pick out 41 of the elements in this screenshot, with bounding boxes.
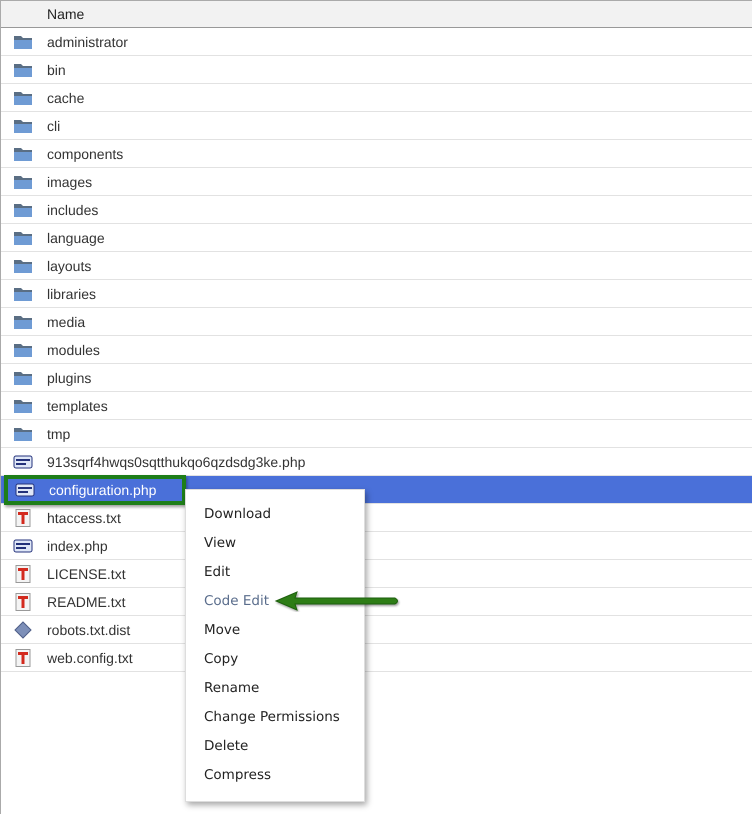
file-name: web.config.txt	[47, 650, 133, 666]
file-name: templates	[47, 398, 108, 414]
file-name: media	[47, 314, 86, 330]
menu-item[interactable]: Change Permissions	[204, 703, 344, 732]
file-name: htaccess.txt	[47, 510, 121, 526]
file-name: libraries	[47, 286, 96, 302]
file-name: cli	[47, 118, 60, 134]
file-name: layouts	[47, 258, 92, 274]
file-name: components	[47, 146, 124, 162]
file-name: configuration.php	[49, 482, 156, 498]
script-file-icon	[13, 536, 33, 554]
column-header[interactable]: Name	[47, 6, 84, 22]
menu-item[interactable]: Rename	[204, 674, 264, 703]
file-name: tmp	[47, 426, 70, 442]
text-file-icon	[13, 564, 33, 582]
file-name: robots.txt.dist	[47, 622, 130, 638]
file-name: cache	[47, 90, 84, 106]
menu-item[interactable]: Delete	[204, 732, 252, 761]
file-name: README.txt	[47, 594, 126, 610]
file-name: plugins	[47, 370, 92, 386]
text-file-icon	[13, 592, 33, 610]
text-file-icon	[13, 648, 33, 666]
file-name: modules	[47, 342, 100, 358]
file-name: language	[47, 230, 105, 246]
file-name: images	[47, 174, 92, 190]
menu-item[interactable]: Edit	[204, 558, 234, 587]
menu-item[interactable]: Compress	[204, 761, 276, 790]
file-name: administrator	[47, 34, 128, 50]
menu-item[interactable]: Code Edit	[204, 587, 273, 616]
script-file-icon	[15, 480, 35, 498]
file-name: 913sqrf4hwqs0sqtthukqo6qzdsdg3ke.php	[47, 454, 306, 470]
menu-item[interactable]: Copy	[204, 645, 242, 674]
file-name: LICENSE.txt	[47, 566, 126, 582]
text-file-icon	[13, 508, 33, 526]
file-name: includes	[47, 202, 98, 218]
script-file-icon	[13, 452, 33, 470]
menu-item[interactable]: View	[204, 529, 240, 558]
menu-item[interactable]: Move	[204, 616, 244, 645]
diamond-file-icon	[13, 620, 33, 638]
file-name: bin	[47, 62, 66, 78]
file-name: index.php	[47, 538, 108, 554]
